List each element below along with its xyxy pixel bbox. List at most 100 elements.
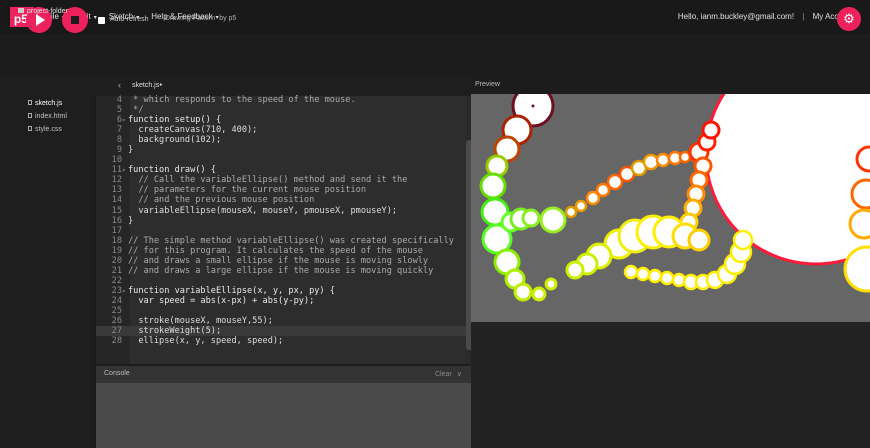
code-line[interactable]: 15 variableEllipse(mouseX, mouseY, pmous…	[96, 206, 466, 216]
line-number: 4	[116, 95, 122, 105]
code-text: // parameters for the current mouse posi…	[128, 185, 366, 196]
code-line[interactable]: 16}	[96, 216, 466, 226]
code-text: ellipse(x, y, speed, speed);	[128, 336, 284, 347]
code-text: */	[128, 105, 144, 116]
preview-canvas[interactable]	[471, 94, 870, 322]
code-line[interactable]: 23▾ function variableEllipse(x, y, px, py…	[96, 286, 466, 296]
code-text: function variableEllipse(x, y, px, py) {	[128, 285, 335, 296]
console-clear-button[interactable]: Clear ∨	[435, 370, 462, 378]
editor-tab[interactable]: sketch.js●	[132, 82, 162, 89]
line-number: 24	[111, 295, 122, 306]
sketch-ellipse	[647, 268, 663, 284]
line-number: 23	[111, 285, 122, 296]
code-line[interactable]: 18 // The simple method variableEllipse()…	[96, 236, 466, 246]
line-number: 13	[111, 185, 122, 196]
collapse-sidebar-icon[interactable]: ‹	[118, 80, 121, 90]
file-icon	[28, 100, 32, 105]
code-text: strokeWeight(5);	[128, 326, 222, 337]
sketch-ellipse	[565, 260, 585, 280]
code-line[interactable]: 28 ellipse(x, y, speed, speed);	[96, 336, 466, 346]
sketch-ellipse	[701, 120, 721, 140]
sketch-ellipse	[655, 152, 671, 168]
code-line[interactable]: 7 createCanvas(710, 400);	[96, 125, 466, 135]
file-sketch-js[interactable]: sketch.js	[28, 100, 62, 107]
line-number: 27	[111, 326, 122, 337]
chevron-down-icon: ▾	[93, 15, 97, 21]
preview-label: Preview	[475, 81, 500, 88]
line-number: 22	[111, 275, 122, 286]
code-line[interactable]: 26 stroke(mouseX, mouseY,55);	[96, 316, 466, 326]
sketch-ellipse	[732, 229, 754, 251]
sketch-ellipse	[659, 270, 675, 286]
code-text: // and draws a large ellipse if the mous…	[128, 265, 434, 276]
console-output	[96, 383, 473, 448]
file-style-css[interactable]: style.css	[28, 126, 62, 133]
code-line[interactable]: 10	[96, 155, 466, 165]
sketch-ellipse	[704, 94, 870, 266]
code-line[interactable]: 17	[96, 226, 466, 236]
sketch-output-drawing	[479, 94, 870, 302]
code-line[interactable]: 4 * which responds to the speed of the m…	[96, 95, 466, 105]
sketch-author: by p5	[219, 15, 237, 22]
code-line[interactable]: 11▾ function draw() {	[96, 165, 466, 175]
code-text: // and draws a small ellipse if the mous…	[128, 255, 429, 266]
code-line[interactable]: 20 // and draws a small ellipse if the mo…	[96, 256, 466, 266]
code-text: }	[128, 215, 134, 226]
line-number: 20	[111, 255, 122, 266]
code-line[interactable]: 24 var speed = abs(x-px) + abs(y-py);	[96, 296, 466, 306]
code-text: createCanvas(710, 400);	[128, 125, 258, 136]
sketch-ellipse	[479, 172, 507, 200]
code-line[interactable]: 21 // and draws a large ellipse if the mo…	[96, 266, 466, 276]
console-header	[96, 366, 473, 383]
code-text: }	[128, 145, 134, 156]
sketch-ellipse	[521, 208, 541, 228]
sketch-ellipse	[539, 206, 567, 234]
code-line[interactable]: 9}	[96, 145, 466, 155]
sketch-name[interactable]: Drawing Pattern	[165, 15, 215, 22]
code-line[interactable]: 22	[96, 276, 466, 286]
sketch-ellipse	[564, 205, 578, 219]
toolbar	[0, 34, 870, 76]
code-line[interactable]: 14 // and the previous mouse position	[96, 195, 466, 205]
sketch-ellipse	[595, 182, 611, 198]
sketch-ellipse	[635, 266, 651, 282]
code-line[interactable]: 27 strokeWeight(5);	[96, 326, 466, 337]
line-number: 26	[111, 316, 122, 327]
sketch-ellipse	[623, 264, 639, 280]
sketch-title[interactable]: Drawing Pattern by p5	[165, 15, 236, 22]
project-folder[interactable]: project-folder	[18, 8, 68, 15]
line-number: 5	[116, 105, 122, 116]
code-lines[interactable]: 4 * which responds to the speed of the m…	[96, 95, 466, 346]
code-text: // and the previous mouse position	[128, 195, 315, 206]
account-area: Hello, ianm.buckley@gmail.com! | My Acco…	[678, 12, 860, 21]
sketch-dot	[531, 104, 535, 108]
code-line[interactable]: 12 // Call the variableEllipse() method …	[96, 175, 466, 185]
sketch-ellipse	[574, 199, 588, 213]
auto-refresh-label: Auto-refresh	[110, 16, 149, 23]
file-icon	[28, 113, 32, 118]
sketch-ellipse	[544, 277, 558, 291]
code-line[interactable]: 25	[96, 306, 466, 316]
console-title: Console	[104, 370, 130, 377]
line-number: 14	[111, 195, 122, 206]
file-index-html[interactable]: index.html	[28, 113, 67, 120]
code-text: background(102);	[128, 135, 222, 146]
code-line[interactable]: 5 */	[96, 105, 466, 115]
line-number: 10	[111, 155, 122, 166]
code-line[interactable]: 8 background(102);	[96, 135, 466, 145]
settings-button[interactable]: ⚙	[837, 7, 861, 31]
line-number: 17	[111, 225, 122, 236]
chevron-down-icon: ∨	[456, 371, 462, 378]
code-text: // The simple method variableEllipse() w…	[128, 235, 454, 246]
line-number: 16	[111, 215, 122, 226]
code-line[interactable]: 19 // for this program. It calculates the…	[96, 246, 466, 256]
code-text: * which responds to the speed of the mou…	[128, 95, 356, 105]
sketch-ellipse	[642, 153, 660, 171]
sketch-ellipse	[513, 282, 533, 302]
auto-refresh-checkbox[interactable]	[98, 17, 105, 24]
code-line[interactable]: 6▾ function setup() {	[96, 115, 466, 125]
gear-icon: ⚙	[843, 11, 855, 26]
line-number: 8	[116, 135, 122, 146]
sketch-ellipse	[855, 145, 870, 173]
code-line[interactable]: 13 // parameters for the current mouse p…	[96, 185, 466, 195]
